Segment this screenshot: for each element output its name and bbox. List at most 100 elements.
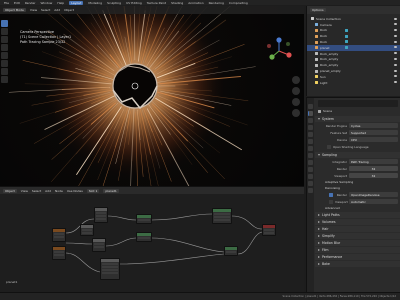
- annotate-tool-icon[interactable]: [1, 68, 8, 75]
- denoiser-viewport-dropdown[interactable]: Automatic: [349, 199, 398, 204]
- texture-node[interactable]: [52, 228, 66, 242]
- mix-node[interactable]: [94, 207, 108, 223]
- menu-file[interactable]: File: [4, 1, 9, 5]
- subpanel-advanced[interactable]: Advanced: [315, 205, 400, 211]
- zoom-icon[interactable]: [292, 76, 300, 84]
- select-tool-icon[interactable]: [1, 20, 8, 27]
- menu-help[interactable]: Help: [57, 1, 64, 5]
- viewport-menu-object[interactable]: Object: [64, 8, 74, 12]
- panel-hair[interactable]: Hair: [315, 226, 400, 232]
- material-output-node[interactable]: [262, 224, 276, 236]
- menu-render[interactable]: Render: [25, 1, 36, 5]
- node-menu-select[interactable]: Select: [32, 189, 41, 193]
- 3d-viewport[interactable]: Object Mode View Select Add Object Camer…: [0, 6, 304, 186]
- material-name-field[interactable]: planet1: [103, 188, 119, 193]
- material-slot-dropdown[interactable]: Slot 1: [86, 188, 100, 193]
- visibility-eye-icon[interactable]: [394, 29, 397, 32]
- viewport-samples-field[interactable]: 32: [349, 173, 398, 178]
- particles-tab-icon[interactable]: [308, 160, 313, 165]
- osl-checkbox[interactable]: [327, 144, 331, 149]
- visibility-eye-icon[interactable]: [394, 52, 397, 55]
- viewport-menu-view[interactable]: View: [30, 8, 37, 12]
- panel-bake[interactable]: Bake: [315, 261, 400, 267]
- use-nodes-toggle[interactable]: Use Nodes: [67, 189, 83, 193]
- visibility-eye-icon[interactable]: [394, 81, 397, 84]
- shader-node[interactable]: [136, 214, 152, 224]
- data-tab-icon[interactable]: [308, 181, 313, 186]
- visibility-eye-icon[interactable]: [394, 40, 397, 43]
- tab-layout[interactable]: Layout: [69, 0, 84, 5]
- object-tab-icon[interactable]: [308, 146, 313, 151]
- color-ramp-node[interactable]: [80, 224, 94, 236]
- node-editor-canvas[interactable]: planet1: [0, 194, 304, 292]
- viewport-menu-select[interactable]: Select: [41, 8, 50, 12]
- visibility-eye-icon[interactable]: [394, 58, 397, 61]
- math-node[interactable]: [92, 238, 106, 252]
- output-tab-icon[interactable]: [308, 118, 313, 123]
- visibility-eye-icon[interactable]: [394, 46, 397, 49]
- shader-node[interactable]: [136, 232, 152, 242]
- tab-texture-paint[interactable]: Texture Paint: [147, 1, 166, 5]
- visibility-eye-icon[interactable]: [394, 34, 397, 37]
- visibility-eye-icon[interactable]: [394, 17, 397, 20]
- denoise-render-checkbox[interactable]: [329, 192, 333, 197]
- outliner-row[interactable]: Light: [307, 80, 400, 86]
- node-menu-node[interactable]: Node: [55, 189, 63, 193]
- scene-tab-icon[interactable]: [308, 132, 313, 137]
- visibility-eye-icon[interactable]: [394, 75, 397, 78]
- tool-tab-icon[interactable]: [308, 104, 313, 109]
- measure-tool-icon[interactable]: [1, 76, 8, 83]
- tab-animation[interactable]: Animation: [188, 1, 203, 5]
- render-engine-dropdown[interactable]: Cycles: [349, 123, 398, 128]
- panel-motion-blur[interactable]: Motion Blur: [315, 240, 400, 246]
- view-layer-tab-icon[interactable]: [308, 125, 313, 130]
- viewport-menu-add[interactable]: Add: [54, 8, 60, 12]
- denoise-viewport-checkbox[interactable]: [329, 199, 333, 204]
- tab-compositing[interactable]: Compositing: [229, 1, 248, 5]
- mix-shader-node[interactable]: [212, 208, 232, 224]
- node-menu-view[interactable]: View: [21, 189, 28, 193]
- tab-modeling[interactable]: Modeling: [88, 1, 102, 5]
- panel-simplify[interactable]: Simplify: [315, 233, 400, 239]
- panel-light-paths[interactable]: Light Paths: [315, 212, 400, 218]
- cursor-tool-icon[interactable]: [1, 28, 8, 35]
- world-tab-icon[interactable]: [308, 139, 313, 144]
- emission-node[interactable]: [224, 246, 238, 256]
- visibility-eye-icon[interactable]: [394, 63, 397, 66]
- node-editor-type[interactable]: Object: [3, 188, 17, 193]
- texture-node[interactable]: [52, 246, 66, 260]
- constraints-tab-icon[interactable]: [308, 174, 313, 179]
- panel-film[interactable]: Film: [315, 247, 400, 253]
- denoiser-render-dropdown[interactable]: OpenImageDenoise: [349, 192, 398, 197]
- tab-rendering[interactable]: Rendering: [209, 1, 224, 5]
- camera-view-icon[interactable]: [292, 98, 300, 106]
- pan-hand-icon[interactable]: [292, 87, 300, 95]
- menu-window[interactable]: Window: [41, 1, 53, 5]
- mode-selector[interactable]: Object Mode: [3, 8, 26, 12]
- visibility-eye-icon[interactable]: [394, 69, 397, 72]
- rotate-tool-icon[interactable]: [1, 44, 8, 51]
- perspective-grid-icon[interactable]: [292, 109, 300, 117]
- render-samples-field[interactable]: 32: [349, 166, 398, 171]
- feature-set-dropdown[interactable]: Supported: [349, 130, 398, 135]
- outliner-options-button[interactable]: Options: [310, 8, 326, 12]
- modifier-tab-icon[interactable]: [308, 153, 313, 158]
- panel-performance[interactable]: Performance: [315, 254, 400, 260]
- integrator-dropdown[interactable]: Path Tracing: [349, 159, 398, 164]
- navigation-gizmo-icon[interactable]: [264, 36, 294, 66]
- render-tab-icon[interactable]: [308, 111, 313, 116]
- tab-uv-editing[interactable]: UV Editing: [126, 1, 142, 5]
- physics-tab-icon[interactable]: [308, 167, 313, 172]
- scale-tool-icon[interactable]: [1, 52, 8, 59]
- visibility-eye-icon[interactable]: [394, 23, 397, 26]
- tab-shading[interactable]: Shading: [171, 1, 183, 5]
- panel-volumes[interactable]: Volumes: [315, 219, 400, 225]
- menu-edit[interactable]: Edit: [14, 1, 20, 5]
- vector-node[interactable]: [100, 258, 120, 280]
- material-tab-icon[interactable]: [308, 188, 313, 193]
- tab-sculpting[interactable]: Sculpting: [107, 1, 121, 5]
- device-dropdown[interactable]: CPU: [349, 137, 398, 142]
- move-tool-icon[interactable]: [1, 36, 8, 43]
- transform-tool-icon[interactable]: [1, 60, 8, 67]
- node-menu-add[interactable]: Add: [45, 189, 51, 193]
